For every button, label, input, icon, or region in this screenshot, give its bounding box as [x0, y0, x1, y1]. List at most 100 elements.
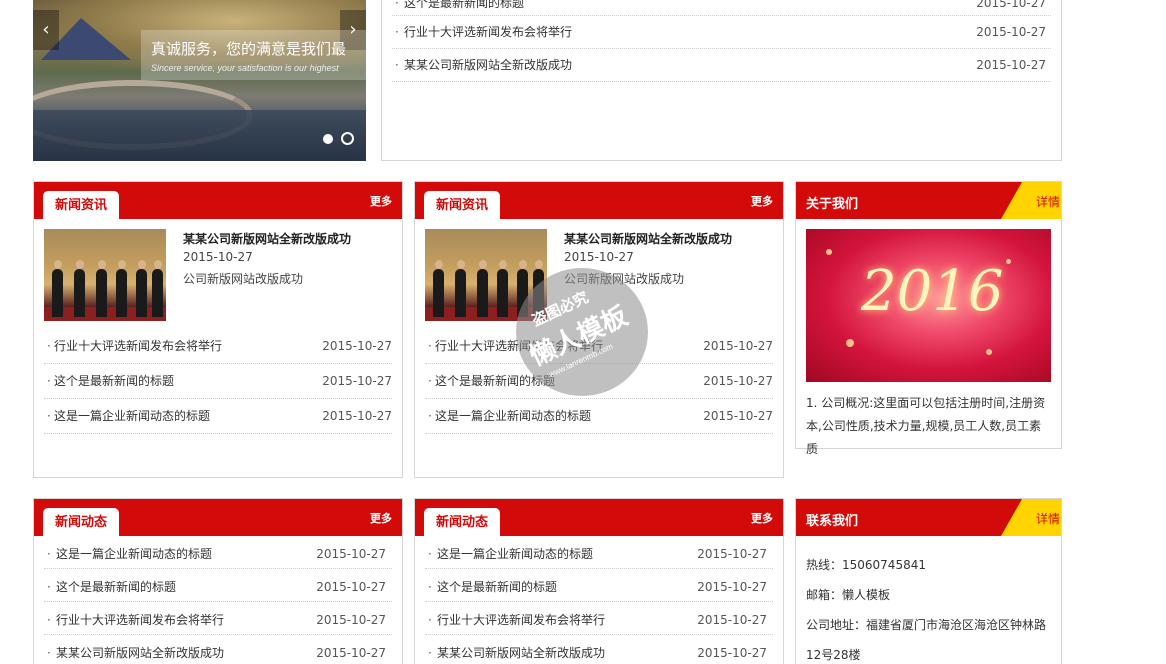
list-item-title[interactable]: 这是一篇企业新闻动态的标题	[54, 409, 210, 423]
list-item[interactable]: ·行业十大评选新闻发布会将举行2015-10-27	[44, 329, 392, 364]
list-item-title[interactable]: 行业十大评选新闻发布会将举行	[437, 613, 605, 627]
details-link[interactable]: 详情	[1036, 510, 1060, 527]
list-item[interactable]: · 这个是最新新闻的标题 2015-10-27	[425, 569, 773, 602]
list-item[interactable]: · 某某公司新版网站全新改版成功 2015-10-27	[425, 635, 773, 664]
banner-water	[33, 110, 366, 161]
panel-header: 联系我们 详情	[796, 499, 1061, 536]
list-item-date: 2015-10-27	[316, 613, 386, 627]
list-item-date: 2015-10-27	[322, 409, 392, 423]
list-item-title[interactable]: 行业十大评选新闻发布会将举行	[54, 339, 222, 353]
panel-header: 新闻动态 更多	[415, 499, 783, 536]
list-item-title[interactable]: 这是一篇企业新闻动态的标题	[56, 547, 212, 561]
list-item[interactable]: · 这个是最新新闻的标题 2015-10-27	[392, 0, 1051, 16]
list-item-title[interactable]: 这是一篇企业新闻动态的标题	[435, 409, 591, 423]
panel-header: 新闻动态 更多	[34, 499, 402, 536]
list-item-title[interactable]: 这个是最新新闻的标题	[437, 580, 557, 594]
list-item-date: 2015-10-27	[703, 409, 773, 423]
list-item-date: 2015-10-27	[703, 374, 773, 388]
banner-caption-en: Sincere service, your satisfaction is ou…	[151, 63, 339, 73]
about-panel: 关于我们 详情 2016 1. 公司概况:这里面可以包括注册时间,注册资本,公司…	[795, 181, 1062, 456]
list-item-date: 2015-10-27	[322, 339, 392, 353]
feature-title[interactable]: 某某公司新版网站全新改版成功	[564, 230, 732, 247]
list-item-date: 2015-10-27	[703, 339, 773, 353]
list-item-date: 2015-10-27	[976, 58, 1046, 72]
news-panel-1: 新闻资讯 更多 某某公司新版网站全新改版成功 2015-10-27 公司新版网站…	[33, 181, 403, 478]
more-link[interactable]: 更多	[370, 193, 392, 209]
list-item[interactable]: · 这个是最新新闻的标题 2015-10-27	[44, 569, 392, 602]
list-item[interactable]: · 这是一篇企业新闻动态的标题 2015-10-27	[425, 536, 773, 569]
feature-news: 某某公司新版网站全新改版成功 2015-10-27 公司新版网站改版成功	[44, 229, 392, 329]
list-item-title[interactable]: 某某公司新版网站全新改版成功	[437, 646, 605, 660]
list-item[interactable]: ·行业十大评选新闻发布会将举行2015-10-27	[425, 602, 773, 635]
feature-desc: 公司新版网站改版成功	[183, 272, 304, 286]
banner-caption: 真诚服务，您的满意是我们最 Sincere service, your sati…	[141, 30, 366, 80]
about-text: 1. 公司概况:这里面可以包括注册时间,注册资本,公司性质,技术力量,规模,员工…	[806, 396, 1046, 456]
panel-tab[interactable]: 新闻资讯	[43, 191, 119, 219]
list-item[interactable]: · 这个是最新新闻的标题 2015-10-27	[44, 364, 392, 399]
list-item[interactable]: ·行业十大评选新闻发布会将举行2015-10-27	[44, 602, 392, 635]
list-item-date: 2015-10-27	[697, 613, 767, 627]
contact-email: 邮箱：懒人模板	[806, 588, 891, 602]
news-list: ·行业十大评选新闻发布会将举行2015-10-27 ·这个是最新新闻的标题201…	[44, 329, 392, 434]
list-item-title[interactable]: 某某公司新版网站全新改版成功	[404, 58, 572, 72]
details-corner[interactable]: 详情	[1001, 499, 1061, 536]
contact-panel: 联系我们 详情 热线：15060745841 邮箱：懒人模板 公司地址：福建省厦…	[795, 498, 1062, 664]
panel-header: 新闻资讯 更多	[415, 182, 783, 219]
banner-dot-1[interactable]	[323, 133, 334, 144]
list-item-date: 2015-10-27	[697, 547, 767, 561]
list-item-date: 2015-10-27	[316, 580, 386, 594]
contact-address-line-2: 12号28楼	[806, 648, 861, 662]
panel-header: 关于我们 详情	[796, 182, 1061, 219]
chevron-left-icon[interactable]: ‹	[33, 10, 59, 50]
list-item-title[interactable]: 这是一篇企业新闻动态的标题	[437, 547, 593, 561]
banner-dot-2[interactable]	[341, 132, 354, 145]
list-item-date: 2015-10-27	[976, 0, 1046, 10]
list-item-date: 2015-10-27	[316, 547, 386, 561]
list-item[interactable]: · 某某公司新版网站全新改版成功 2015-10-27	[392, 49, 1051, 82]
list-item-title[interactable]: 这个是最新新闻的标题	[54, 374, 174, 388]
list-item[interactable]: · 这是一篇企业新闻动态的标题 2015-10-27	[44, 536, 392, 569]
list-item-date: 2015-10-27	[976, 25, 1046, 39]
more-link[interactable]: 更多	[751, 510, 773, 526]
feature-title[interactable]: 某某公司新版网站全新改版成功	[183, 230, 351, 247]
dynamic-panel-2: 新闻动态 更多 · 这是一篇企业新闻动态的标题 2015-10-27 · 这个是最新新…	[414, 498, 784, 664]
details-corner[interactable]: 详情	[1001, 182, 1061, 219]
details-link[interactable]: 详情	[1036, 193, 1060, 210]
list-item[interactable]: · 这是一篇企业新闻动态的标题 2015-10-27	[44, 399, 392, 434]
list-item-title[interactable]: 某某公司新版网站全新改版成功	[56, 646, 224, 660]
list-item-date: 2015-10-27	[322, 374, 392, 388]
list-item[interactable]: · 这是一篇企业新闻动态的标题 2015-10-27	[425, 399, 773, 434]
about-image-text: 2016	[861, 259, 1004, 324]
banner-dots	[319, 131, 354, 145]
list-item-title[interactable]: 行业十大评选新闻发布会将举行	[56, 613, 224, 627]
dynamic-list: · 这是一篇企业新闻动态的标题 2015-10-27 · 这个是最新新闻的标题 2015…	[425, 536, 773, 664]
feature-thumbnail[interactable]	[44, 229, 166, 321]
panel-tab[interactable]: 新闻动态	[424, 508, 500, 536]
panel-header: 新闻资讯 更多	[34, 182, 402, 219]
contact-info: 热线：15060745841 邮箱：懒人模板 公司地址：福建省厦门市海沧区海沧区…	[806, 550, 1051, 664]
list-item-date: 2015-10-27	[316, 646, 386, 660]
list-item-date: 2015-10-27	[697, 646, 767, 660]
about-image: 2016	[806, 229, 1051, 382]
banner-slider[interactable]: ‹ › 真诚服务，您的满意是我们最 Sincere service, your …	[33, 0, 366, 161]
banner-caption-cn: 真诚服务，您的满意是我们最	[151, 40, 347, 58]
contact-hotline: 热线：15060745841	[806, 558, 926, 572]
contact-address-line-1: 公司地址：福建省厦门市海沧区海沧区钟林路	[806, 618, 1047, 632]
list-item-title[interactable]: 这个是最新新闻的标题	[56, 580, 176, 594]
more-link[interactable]: 更多	[751, 193, 773, 209]
list-item-title[interactable]: 这个是最新新闻的标题	[404, 0, 524, 10]
panel-tab[interactable]: 新闻动态	[43, 508, 119, 536]
feature-date: 2015-10-27	[183, 250, 253, 264]
panel-tab[interactable]: 新闻资讯	[424, 191, 500, 219]
list-item-title[interactable]: 行业十大评选新闻发布会将举行	[404, 25, 572, 39]
panel-title: 联系我们	[806, 514, 859, 529]
more-link[interactable]: 更多	[370, 510, 392, 526]
panel-title: 关于我们	[806, 197, 859, 212]
feature-date: 2015-10-27	[564, 250, 634, 264]
list-item[interactable]: · 行业十大评选新闻发布会将举行 2015-10-27	[392, 16, 1051, 49]
list-item[interactable]: · 某某公司新版网站全新改版成功 2015-10-27	[44, 635, 392, 664]
watermark-badge: 盗图必究 懒人模板 www.lanrenmb.com	[516, 268, 648, 396]
top-news-list: · 这个是最新新闻的标题 2015-10-27 · 行业十大评选新闻发布会将举行…	[392, 0, 1051, 82]
dynamic-panel-1: 新闻动态 更多 · 这是一篇企业新闻动态的标题 2015-10-27 · 这个是最新新…	[33, 498, 403, 664]
top-news-box: · 这个是最新新闻的标题 2015-10-27 · 行业十大评选新闻发布会将举行…	[381, 0, 1062, 161]
